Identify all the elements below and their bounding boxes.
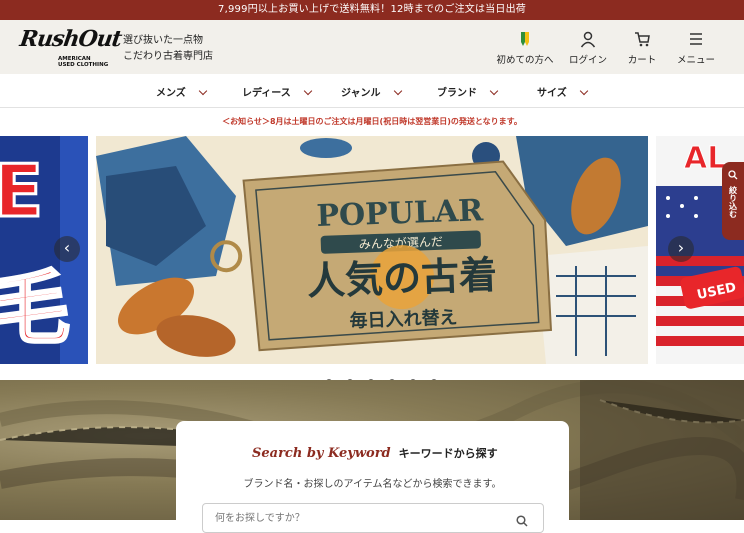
category-ladies[interactable]: レディース <box>242 84 313 99</box>
filter-tab[interactable]: 絞り込む <box>722 162 744 240</box>
chevron-down-icon <box>579 86 588 96</box>
nav-menu[interactable]: メニュー <box>661 30 731 66</box>
chevron-down-icon <box>303 86 313 96</box>
chevron-down-icon <box>393 86 402 96</box>
category-genre[interactable]: ジャンル <box>341 84 402 99</box>
banner-title-en: POPULAR <box>316 193 485 234</box>
site-header: RushOut AMERICAN USED CLOTHING 選び抜いた一点物 … <box>0 20 744 74</box>
cart-icon <box>635 32 650 47</box>
carousel-next-button[interactable]: › <box>668 236 694 262</box>
search-title: Search by Keyword キーワードから探す <box>252 446 498 461</box>
filter-tab-label: 絞り込む <box>728 186 738 218</box>
keyword-search-card: Search by Keyword キーワードから探す ブランド名・お探しのアイテ… <box>176 421 569 533</box>
banner-slide-popular[interactable]: POPULAR みんなが選んだ 人気の古着 毎日入れ替え <box>96 136 648 364</box>
notice-text: ＜お知らせ＞8月は土曜日のご注文は月曜日(祝日時は翌営業日)の発送となります。 <box>222 117 522 126</box>
logo-subtitle: AMERICAN USED CLOTHING <box>58 56 109 68</box>
store-tagline: 選び抜いた一点物 こだわり古着専門店 <box>123 35 213 62</box>
category-size[interactable]: サイズ <box>537 84 588 99</box>
category-mens[interactable]: メンズ <box>156 84 208 99</box>
search-icon[interactable] <box>516 515 528 527</box>
chevron-down-icon <box>198 86 208 96</box>
carousel-prev-button[interactable]: ‹ <box>54 236 80 262</box>
svg-text:E: E <box>0 149 43 233</box>
category-nav: メンズ レディース ジャンル ブランド サイズ <box>0 74 744 108</box>
category-brand[interactable]: ブランド <box>437 84 499 99</box>
search-subtitle: ブランド名・お探しのアイテム名などから検索できます。 <box>243 479 502 490</box>
banner-subtitle-jp: 毎日入れ替え <box>349 306 458 332</box>
announcement-bar: 7,999円以上お買い上げで送料無料！12時までのご注文は当日出荷 <box>0 0 744 20</box>
popular-banner-art: POPULAR みんなが選んだ 人気の古着 毎日入れ替え <box>96 136 648 364</box>
leaf-icon <box>521 32 529 46</box>
announcement-text: 7,999円以上お買い上げで送料無料！12時までのご注文は当日出荷 <box>218 4 526 15</box>
chevron-right-icon: › <box>677 238 685 257</box>
banner-slide-prev[interactable]: E 毛 ‹ <box>0 136 88 364</box>
search-icon <box>728 170 738 180</box>
user-icon <box>580 31 596 48</box>
menu-icon <box>690 33 702 45</box>
logo-wordmark: RushOut <box>18 26 123 52</box>
search-input[interactable] <box>202 503 544 533</box>
banner-title-jp: 人気の古着 <box>306 253 497 304</box>
chevron-left-icon: ‹ <box>63 238 71 257</box>
chevron-down-icon <box>489 86 499 96</box>
site-logo[interactable]: RushOut AMERICAN USED CLOTHING <box>18 26 123 68</box>
carousel-dots <box>326 370 447 385</box>
svg-text:毛: 毛 <box>0 262 70 355</box>
nav-first-time[interactable]: 初めての方へ <box>490 30 560 66</box>
svg-text:AL: AL <box>684 141 726 176</box>
